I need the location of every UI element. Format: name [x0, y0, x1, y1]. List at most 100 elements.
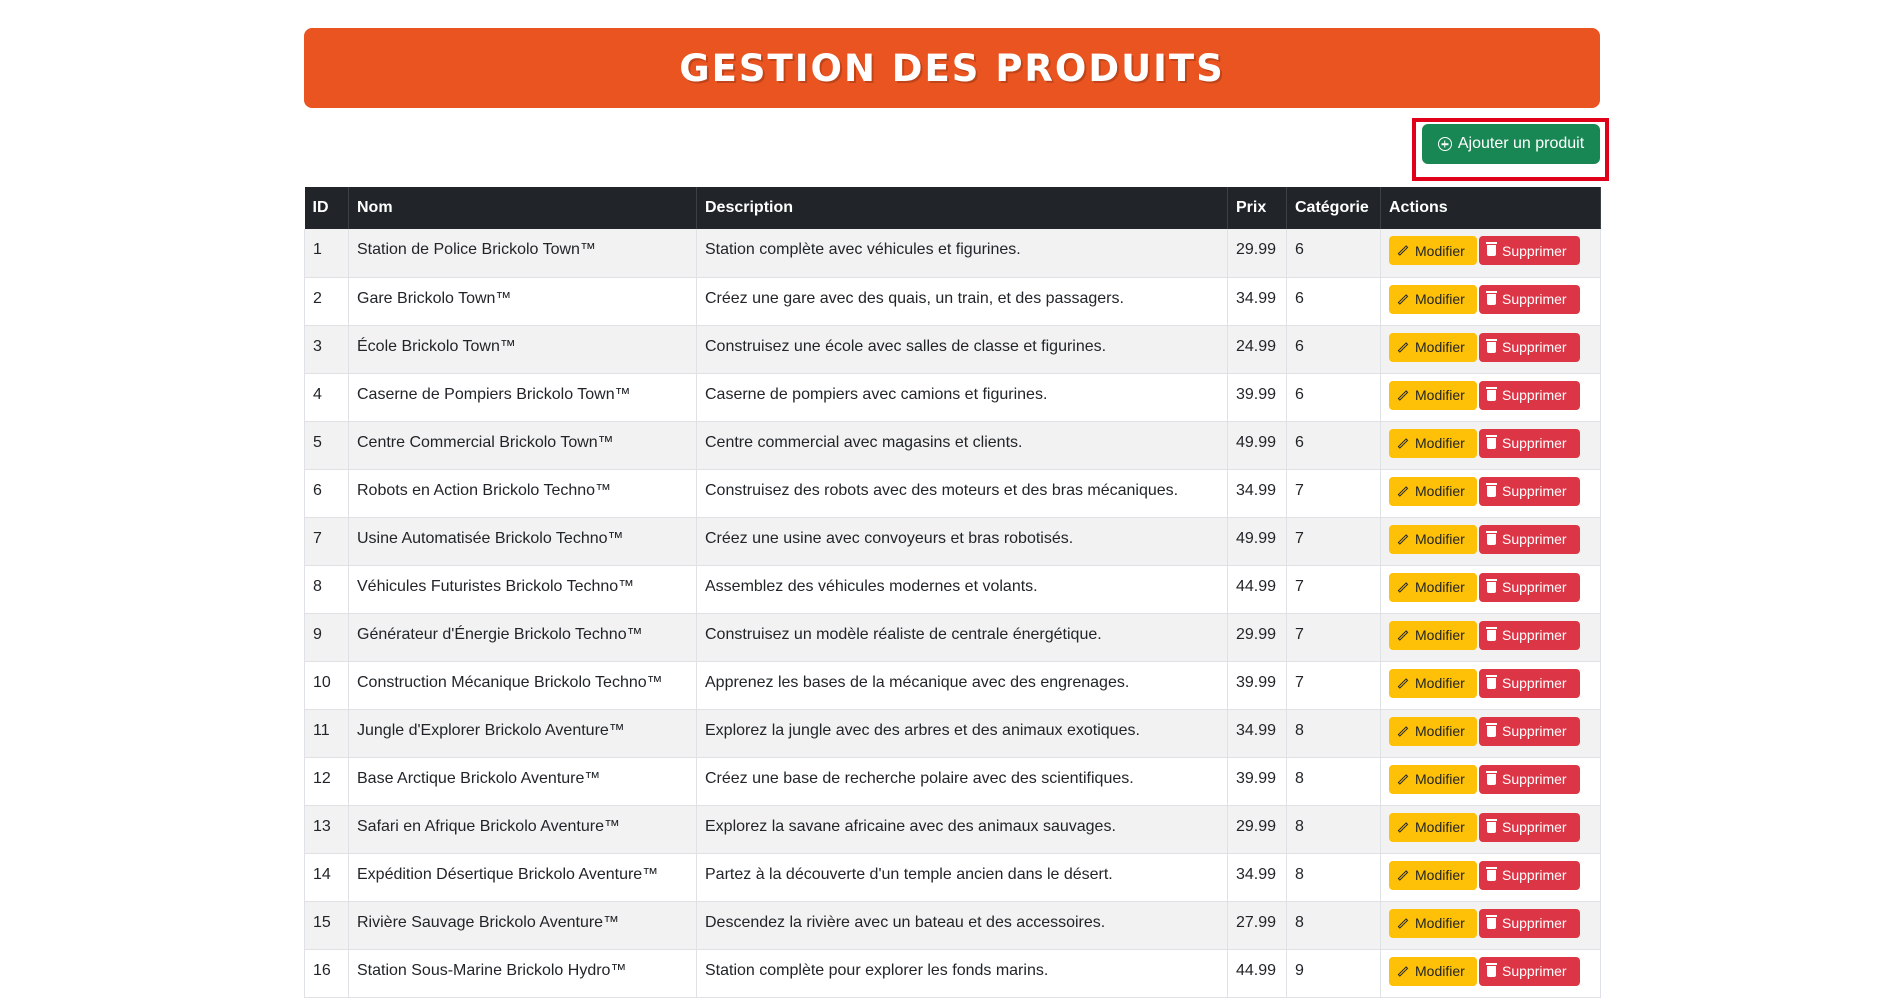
edit-label: Modifier [1415, 723, 1465, 739]
cell-id: 11 [304, 709, 349, 758]
cell-categorie: 6 [1286, 373, 1381, 422]
cell-id: 16 [304, 949, 349, 998]
delete-button[interactable]: Supprimer [1479, 620, 1580, 650]
delete-button[interactable]: Supprimer [1479, 284, 1580, 314]
cell-nom: Véhicules Futuristes Brickolo Techno™ [348, 565, 697, 614]
page-container: GESTION DES PRODUITS Ajouter un produit … [304, 28, 1609, 998]
table-row: 12 Base Arctique Brickolo Aventure™ Créez … [304, 757, 1601, 806]
edit-button[interactable]: Modifier [1389, 572, 1477, 602]
table-header-row: ID Nom Description Prix Catégorie Action… [304, 187, 1601, 229]
delete-button[interactable]: Supprimer [1479, 716, 1580, 746]
edit-button[interactable]: Modifier [1389, 476, 1477, 506]
pencil-icon [1397, 245, 1409, 256]
trash-icon [1486, 290, 1497, 305]
delete-label: Supprimer [1502, 339, 1567, 355]
edit-button[interactable]: Modifier [1389, 332, 1477, 362]
cell-description: Explorez la savane africaine avec des an… [696, 805, 1228, 854]
delete-button[interactable]: Supprimer [1479, 860, 1580, 890]
cell-actions: Modifier Supprimer [1380, 469, 1601, 518]
edit-label: Modifier [1415, 435, 1465, 451]
edit-label: Modifier [1415, 339, 1465, 355]
edit-button[interactable]: Modifier [1389, 764, 1477, 794]
edit-label: Modifier [1415, 915, 1465, 931]
cell-nom: Construction Mécanique Brickolo Techno™ [348, 661, 697, 710]
page-title: GESTION DES PRODUITS [679, 46, 1225, 90]
delete-button[interactable]: Supprimer [1479, 428, 1580, 458]
edit-button[interactable]: Modifier [1389, 620, 1477, 650]
trash-icon [1486, 386, 1497, 401]
delete-button[interactable]: Supprimer [1479, 812, 1580, 842]
cell-description: Créez une gare avec des quais, un train,… [696, 277, 1228, 326]
edit-button[interactable]: Modifier [1389, 860, 1477, 890]
pencil-icon [1397, 581, 1409, 593]
cell-categorie: 8 [1286, 805, 1381, 854]
cell-description: Partez à la découverte d'un temple ancie… [696, 853, 1228, 902]
cell-prix: 34.99 [1227, 709, 1287, 758]
cell-id: 9 [304, 613, 349, 662]
delete-label: Supprimer [1502, 242, 1567, 259]
delete-button[interactable]: Supprimer [1479, 572, 1580, 602]
edit-button[interactable]: Modifier [1389, 716, 1477, 746]
trash-icon [1486, 962, 1497, 977]
delete-button[interactable]: Supprimer [1479, 908, 1580, 938]
table-row: 8 Véhicules Futuristes Brickolo Techno™ As… [304, 565, 1601, 614]
delete-button[interactable]: Supprimer [1479, 524, 1580, 554]
table-row: 10 Construction Mécanique Brickolo Techno… [304, 661, 1601, 710]
edit-button[interactable]: Modifier [1389, 908, 1477, 938]
delete-label: Supprimer [1502, 531, 1567, 547]
cell-id: 5 [304, 421, 349, 470]
edit-button[interactable]: Modifier [1389, 284, 1477, 314]
delete-button[interactable]: Supprimer [1479, 380, 1580, 410]
delete-button[interactable]: Supprimer [1479, 236, 1580, 265]
delete-button[interactable]: Supprimer [1479, 956, 1580, 986]
delete-label: Supprimer [1502, 435, 1567, 451]
delete-button[interactable]: Supprimer [1479, 668, 1580, 698]
table-row: 1 Station de Police Brickolo Town™ Station… [304, 229, 1601, 278]
cell-id: 4 [304, 373, 349, 422]
table-row: 16 Station Sous-Marine Brickolo Hydro™ Sta… [304, 949, 1601, 998]
cell-prix: 39.99 [1227, 373, 1287, 422]
cell-categorie: 8 [1286, 709, 1381, 758]
cell-nom: Usine Automatisée Brickolo Techno™ [348, 517, 697, 566]
trash-icon [1486, 722, 1497, 737]
cell-actions: Modifier Supprimer [1380, 517, 1601, 566]
cell-prix: 27.99 [1227, 901, 1287, 950]
edit-button[interactable]: Modifier [1389, 428, 1477, 458]
col-header-nom: Nom [348, 187, 697, 229]
edit-button[interactable]: Modifier [1389, 668, 1477, 698]
edit-label: Modifier [1415, 242, 1465, 259]
cell-id: 15 [304, 901, 349, 950]
delete-button[interactable]: Supprimer [1479, 476, 1580, 506]
delete-button[interactable]: Supprimer [1479, 764, 1580, 794]
cell-prix: 29.99 [1227, 613, 1287, 662]
cell-id: 2 [304, 277, 349, 326]
toolbar: Ajouter un produit [304, 108, 1609, 187]
edit-button[interactable]: Modifier [1389, 956, 1477, 986]
edit-button[interactable]: Modifier [1389, 812, 1477, 842]
table-row: 2 Gare Brickolo Town™ Créez une gare avec … [304, 277, 1601, 326]
col-header-id: ID [304, 187, 349, 229]
cell-id: 12 [304, 757, 349, 806]
edit-button[interactable]: Modifier [1389, 236, 1477, 265]
plus-circle-icon [1437, 137, 1452, 151]
cell-prix: 39.99 [1227, 757, 1287, 806]
cell-description: Assemblez des véhicules modernes et vola… [696, 565, 1228, 614]
table-row: 6 Robots en Action Brickolo Techno™ Constr… [304, 469, 1601, 518]
cell-categorie: 7 [1286, 565, 1381, 614]
add-product-button[interactable]: Ajouter un produit [1422, 124, 1600, 164]
delete-label: Supprimer [1502, 963, 1567, 979]
edit-button[interactable]: Modifier [1389, 380, 1477, 410]
cell-nom: Caserne de Pompiers Brickolo Town™ [348, 373, 697, 422]
edit-label: Modifier [1415, 819, 1465, 835]
cell-actions: Modifier Supprimer [1380, 565, 1601, 614]
edit-label: Modifier [1415, 291, 1465, 307]
page-header-banner: GESTION DES PRODUITS [304, 28, 1600, 108]
cell-actions: Modifier Supprimer [1380, 805, 1601, 854]
cell-actions: Modifier Supprimer [1380, 949, 1601, 998]
trash-icon [1486, 866, 1497, 881]
cell-description: Apprenez les bases de la mécanique avec … [696, 661, 1228, 710]
delete-button[interactable]: Supprimer [1479, 332, 1580, 362]
edit-button[interactable]: Modifier [1389, 524, 1477, 554]
cell-actions: Modifier Supprimer [1380, 421, 1601, 470]
cell-id: 3 [304, 325, 349, 374]
